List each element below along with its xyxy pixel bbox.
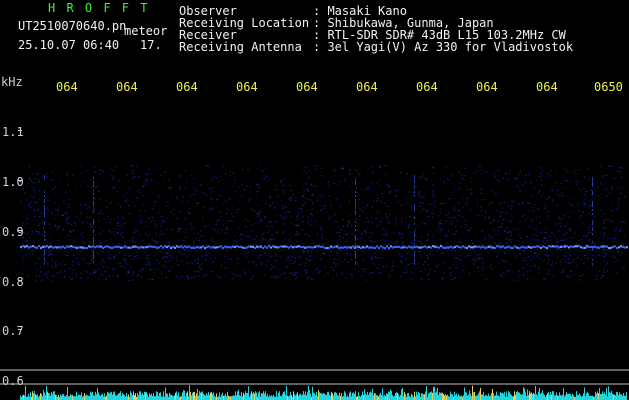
frequency-tick: 1.0 [2,175,24,189]
time-tick: 0650 [594,80,623,94]
time-tick: 064 [356,80,378,94]
frequency-unit-label: kHz [1,75,23,89]
spectrogram-canvas [0,130,629,400]
time-tick: 064 [476,80,498,94]
time-tick: 064 [296,80,318,94]
frequency-tick: 0.8 [2,275,24,289]
time-tick: 064 [116,80,138,94]
mode-label: meteor [124,24,168,38]
time-tick: 064 [416,80,438,94]
frequency-tick: 0.7 [2,324,24,338]
bottom-level-bar [20,385,627,400]
frequency-tick: 1.1 [2,125,24,139]
spectrogram-noise [20,165,628,282]
antenna-value: : 3el Yagi(V) Az 330 for Vladivostok [313,40,574,54]
time-tick: 064 [236,80,258,94]
antenna-label: Receiving Antenna [179,40,302,54]
frequency-tick: 0.9 [2,225,24,239]
counter-label: 17. [140,38,162,52]
time-tick: 064 [176,80,198,94]
time-tick: 064 [56,80,78,94]
time-tick: 064 [536,80,558,94]
app-title: H R O F F T [48,1,150,15]
filename-label: UT2510070640.pn [18,19,127,33]
datetime-label: 25.10.07 06:40 [18,38,120,52]
frequency-tick: 0.6 [2,374,24,388]
